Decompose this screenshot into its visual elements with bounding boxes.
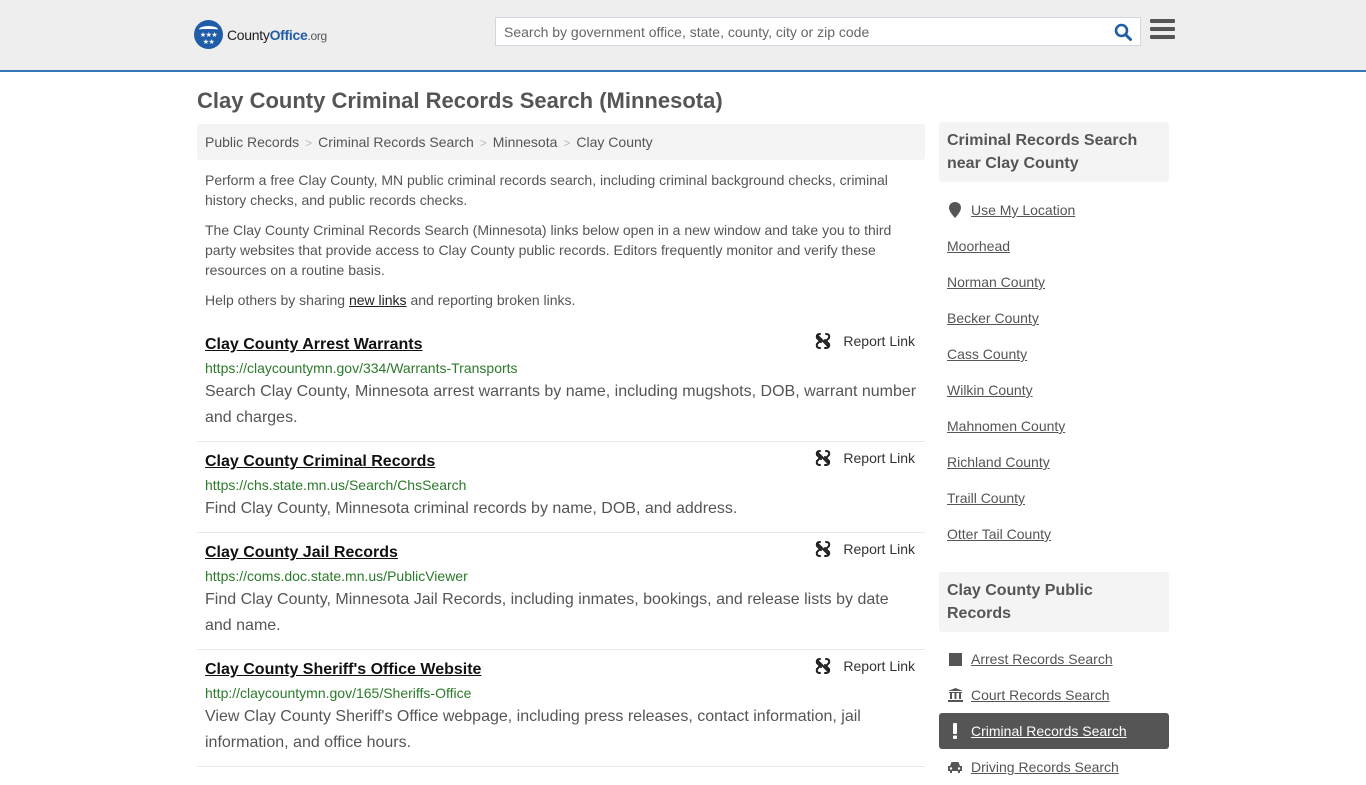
car-icon <box>947 760 963 774</box>
search-input[interactable] <box>496 18 1096 45</box>
intro-text: Perform a free Clay County, MN public cr… <box>205 170 917 320</box>
square-icon <box>947 652 963 666</box>
report-link-button[interactable]: Report Link <box>815 541 915 557</box>
breadcrumb-criminal-records-search[interactable]: Criminal Records Search <box>318 134 474 150</box>
record-description: View Clay County Sheriff's Office webpag… <box>205 708 861 751</box>
sidebar-near-heading: Criminal Records Search near Clay County <box>939 122 1169 182</box>
sidebar-near-item: Otter Tail County <box>939 516 1169 552</box>
hamburger-menu-icon[interactable] <box>1150 19 1175 41</box>
breadcrumb-separator: > <box>563 136 571 150</box>
sidebar-link-criminal-records[interactable]: Criminal Records Search <box>971 723 1127 739</box>
sidebar-near-item: Cass County <box>939 336 1169 372</box>
record-description: Find Clay County, Minnesota criminal rec… <box>205 500 738 517</box>
breadcrumb-public-records[interactable]: Public Records <box>205 134 299 150</box>
sidebar-near-list: Use My Location Moorhead Norman County B… <box>939 192 1169 552</box>
breadcrumb-minnesota[interactable]: Minnesota <box>493 134 558 150</box>
broken-link-icon <box>816 333 831 349</box>
record-title-link[interactable]: Clay County Arrest Warrants <box>205 335 423 355</box>
record-item: Clay County Jail Records Report Link htt… <box>197 533 925 650</box>
breadcrumb-separator: > <box>305 136 313 150</box>
sidebar-near-link-wilkin-county[interactable]: Wilkin County <box>947 382 1033 398</box>
use-my-location-link[interactable]: Use My Location <box>971 202 1075 218</box>
record-description: Find Clay County, Minnesota Jail Records… <box>205 591 889 634</box>
record-title-link[interactable]: Clay County Criminal Records <box>205 452 435 472</box>
record-description: Search Clay County, Minnesota arrest war… <box>205 383 917 426</box>
records-list: Clay County Arrest Warrants Report Link … <box>197 325 925 767</box>
broken-link-icon <box>816 541 831 557</box>
sidebar-item-arrest-records: Arrest Records Search <box>939 641 1169 677</box>
sidebar-near-item: Traill County <box>939 480 1169 516</box>
broken-link-icon <box>816 450 831 466</box>
sidebar-public-records-list: Arrest Records Search Court Records Sear… <box>939 641 1169 785</box>
sidebar-near-item: Mahnomen County <box>939 408 1169 444</box>
exclamation-icon <box>947 723 963 739</box>
courthouse-icon <box>947 688 963 702</box>
search-box <box>495 17 1141 46</box>
report-link-button[interactable]: Report Link <box>815 333 915 349</box>
sidebar-near-link-norman-county[interactable]: Norman County <box>947 274 1045 290</box>
intro-paragraph-1: Perform a free Clay County, MN public cr… <box>205 172 888 208</box>
broken-link-icon <box>816 658 831 674</box>
record-url: https://claycountymn.gov/334/Warrants-Tr… <box>205 360 518 376</box>
new-links-link[interactable]: new links <box>349 292 407 308</box>
report-link-button[interactable]: Report Link <box>815 450 915 466</box>
sidebar-near-link-moorhead[interactable]: Moorhead <box>947 238 1010 254</box>
breadcrumb-clay-county[interactable]: Clay County <box>576 134 652 150</box>
search-icon[interactable] <box>1114 23 1132 41</box>
sidebar-near-item: Norman County <box>939 264 1169 300</box>
record-url: https://coms.doc.state.mn.us/PublicViewe… <box>205 568 468 584</box>
breadcrumb: Public Records > Criminal Records Search > M… <box>197 124 925 160</box>
sidebar-item-driving-records: Driving Records Search <box>939 749 1169 785</box>
page-title: Clay County Criminal Records Search (Min… <box>197 88 723 113</box>
record-title-link[interactable]: Clay County Jail Records <box>205 543 398 563</box>
record-title-link[interactable]: Clay County Sheriff's Office Website <box>205 660 481 680</box>
record-url: http://claycountymn.gov/165/Sheriffs-Off… <box>205 685 472 701</box>
intro-paragraph-2: The Clay County Criminal Records Search … <box>205 222 892 278</box>
eagle-badge-icon: ★★★ ★★ <box>194 20 223 49</box>
record-item: Clay County Sheriff's Office Website Rep… <box>197 650 925 767</box>
sidebar-item-court-records: Court Records Search <box>939 677 1169 713</box>
intro-paragraph-3: Help others by sharing new links and rep… <box>205 292 576 308</box>
sidebar-near-item: Wilkin County <box>939 372 1169 408</box>
map-marker-icon <box>947 202 963 218</box>
site-header: ★★★ ★★ CountyOffice.org <box>0 0 1366 72</box>
breadcrumb-separator: > <box>479 136 487 150</box>
sidebar-near-link-richland-county[interactable]: Richland County <box>947 454 1050 470</box>
sidebar-link-arrest-records[interactable]: Arrest Records Search <box>971 651 1113 667</box>
logo-text: CountyOffice.org <box>227 26 327 43</box>
site-logo[interactable]: ★★★ ★★ CountyOffice.org <box>194 20 327 49</box>
sidebar-near-item: Richland County <box>939 444 1169 480</box>
record-item: Clay County Arrest Warrants Report Link … <box>197 325 925 442</box>
sidebar-near-item: Moorhead <box>939 228 1169 264</box>
sidebar-near-link-becker-county[interactable]: Becker County <box>947 310 1039 326</box>
sidebar-near-link-otter-tail-county[interactable]: Otter Tail County <box>947 526 1051 542</box>
sidebar-link-driving-records[interactable]: Driving Records Search <box>971 759 1119 775</box>
report-link-button[interactable]: Report Link <box>815 658 915 674</box>
record-url: https://chs.state.mn.us/Search/ChsSearch <box>205 477 467 493</box>
sidebar-item-criminal-records: Criminal Records Search <box>939 713 1169 749</box>
sidebar-near-link-cass-county[interactable]: Cass County <box>947 346 1027 362</box>
sidebar-public-records-heading: Clay County Public Records <box>939 572 1169 632</box>
sidebar-link-court-records[interactable]: Court Records Search <box>971 687 1110 703</box>
sidebar-near-item: Becker County <box>939 300 1169 336</box>
use-my-location-item: Use My Location <box>939 192 1169 228</box>
sidebar-near-link-traill-county[interactable]: Traill County <box>947 490 1025 506</box>
record-item: Clay County Criminal Records Report Link… <box>197 442 925 533</box>
sidebar-near-link-mahnomen-county[interactable]: Mahnomen County <box>947 418 1065 434</box>
